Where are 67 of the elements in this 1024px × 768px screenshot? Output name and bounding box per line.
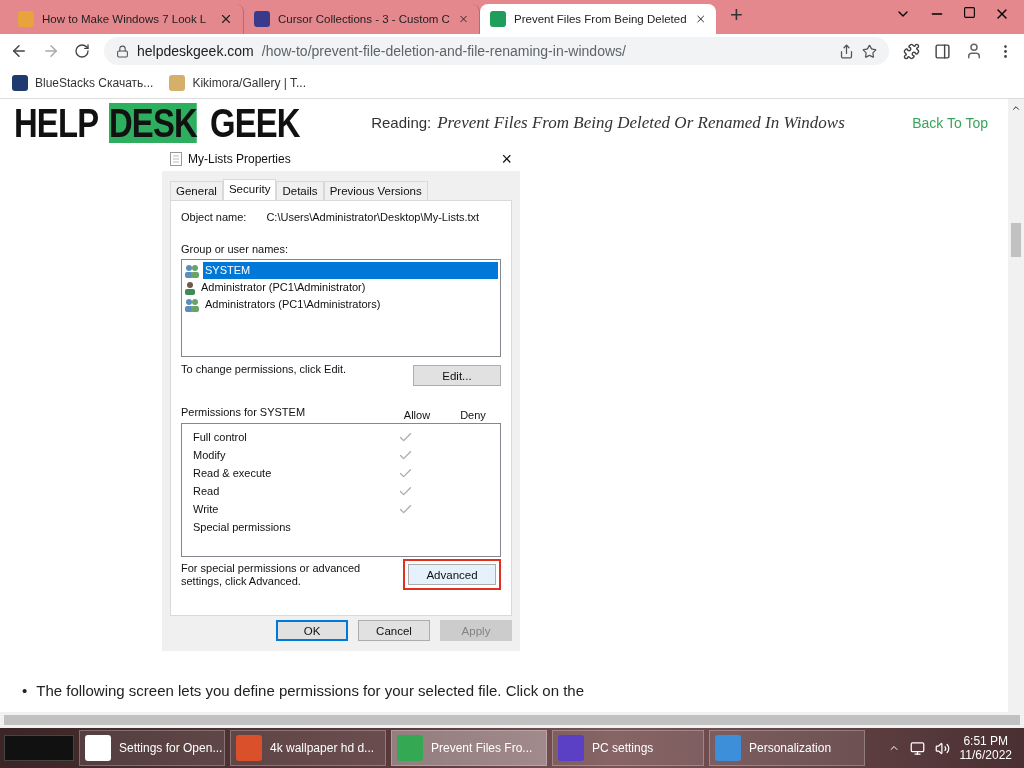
lock-icon [116,44,129,58]
permission-name: Full control [193,431,248,443]
reading-label: Reading: [371,114,432,131]
address-bar[interactable]: helpdeskgeek.com /how-to/prevent-file-deletion-and-file-renaming-in-windows/ [104,37,889,65]
reload-icon[interactable] [74,43,90,59]
permission-name: Modify [193,449,227,461]
user-icon [184,280,196,295]
side-panel-icon[interactable] [934,42,951,60]
bookmark-star-icon[interactable] [862,43,877,59]
change-hint: To change permissions, click Edit. [181,363,347,375]
permission-name: Special permissions [193,521,292,533]
object-name-label: Object name: [181,211,247,223]
scroll-up-icon[interactable] [1011,103,1021,113]
dialog-tab[interactable]: Security [222,179,277,200]
taskbar-item[interactable]: 4k wallpaper hd d... [230,730,386,766]
document-icon [170,152,182,166]
share-icon[interactable] [839,43,854,59]
taskbar-item[interactable]: Settings for Open... [79,730,225,766]
users-icon [184,263,200,278]
bullet-text: The following screen lets you define permissions for your selected file. Click on the [36,681,585,701]
browser-tab[interactable]: Prevent Files From Being Deleted [480,4,716,34]
network-icon[interactable] [909,740,925,756]
permission-name: Read & execute [193,467,273,479]
profile-icon[interactable] [965,42,983,60]
object-name-value: C:\Users\Administrator\Desktop\My-Lists.txt [266,211,480,223]
user-list-item[interactable]: SYSTEM [203,262,498,279]
start-button[interactable] [4,735,74,761]
dialog-title: My-Lists Properties [188,152,291,166]
scrollbar-thumb[interactable] [4,715,1020,725]
maximize-icon[interactable] [963,6,976,19]
dialog-tab[interactable]: Previous Versions [323,181,428,200]
deny-header: Deny [459,407,487,423]
logo-text[interactable]: GEEK [209,103,300,143]
taskbar-item[interactable]: PC settings [552,730,704,766]
logo-text[interactable]: HELP [14,103,99,143]
bookmark-item[interactable]: BlueStacks Скачать... [12,75,154,91]
close-icon[interactable] [219,12,233,26]
group-label: Group or user names: [181,243,289,255]
taskbar-item[interactable]: Personalization [709,730,865,766]
edit-button[interactable]: Edit... [413,365,501,386]
clock[interactable]: 6:51 PM 11/6/2022 [959,734,1012,762]
new-tab-button[interactable]: + [716,2,757,32]
browser-tab[interactable]: How to Make Windows 7 Look L [8,4,244,34]
close-icon[interactable] [694,12,706,26]
user-list-item[interactable]: Administrator (PC1\Administrator) [199,279,368,296]
permissions-label: Permissions for SYSTEM [181,406,307,420]
dialog-button[interactable]: Cancel [358,620,430,641]
logo-text[interactable]: DESK [108,103,197,143]
extensions-icon[interactable] [903,42,920,60]
close-button[interactable]: × [501,148,512,170]
bullet-marker: • [22,681,28,701]
advanced-button[interactable]: Advanced [408,564,496,585]
scrollbar-thumb[interactable] [1011,223,1021,257]
permission-name: Read [193,485,221,497]
volume-icon[interactable] [934,740,950,756]
browser-tab[interactable]: Cursor Collections - 3 - Custom C [244,4,480,34]
dialog-button[interactable]: OK [276,620,348,641]
dialog-tab[interactable]: Details [276,181,324,200]
dialog-tab[interactable]: General [170,181,223,200]
user-list-item[interactable]: Administrators (PC1\Administrators) [203,296,383,313]
back-icon[interactable] [10,42,28,60]
allow-header: Allow [402,407,432,423]
advanced-hint: For special permissions or advanced settings, click Advanced. [181,561,362,588]
article-title: Prevent Files From Being Deleted Or Renamed In Windows [437,113,845,133]
permission-name: Write [193,503,220,515]
bookmark-item[interactable]: Kikimora/Gallery | T... [169,75,306,91]
users-icon [184,297,200,312]
